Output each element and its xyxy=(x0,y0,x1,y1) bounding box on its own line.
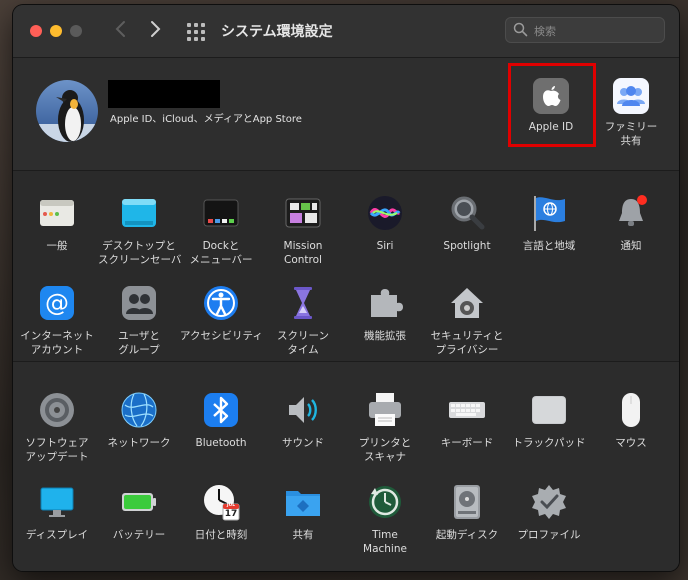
users-icon xyxy=(119,283,159,323)
pref-sharing[interactable]: 共有 xyxy=(262,482,344,542)
siri-icon xyxy=(365,193,405,233)
shared-folder-icon xyxy=(283,482,323,522)
flag-globe-icon xyxy=(529,193,569,233)
user-avatar[interactable] xyxy=(36,80,98,142)
speaker-icon xyxy=(283,390,323,430)
redacted-user-name xyxy=(108,80,220,108)
search-icon xyxy=(513,22,528,37)
zoom-window-button[interactable] xyxy=(70,25,82,37)
title-bar: システム環境設定 xyxy=(13,5,679,58)
search-input[interactable] xyxy=(532,21,662,41)
mouse-icon xyxy=(611,390,651,430)
pref-mission-control[interactable]: Mission Control xyxy=(262,193,344,267)
penguin-avatar-icon xyxy=(36,80,98,142)
pref-family-sharing[interactable]: ファミリー 共有 xyxy=(590,78,672,148)
calendar-month: JUL xyxy=(226,503,236,508)
pref-dock-menubar[interactable]: Dockと メニューバー xyxy=(180,193,262,267)
pref-screen-time[interactable]: スクリーン タイム xyxy=(262,283,344,357)
mission-control-icon xyxy=(283,193,323,233)
bluetooth-icon xyxy=(201,390,241,430)
system-preferences-window: システム環境設定 検索 Apple ID、iCloud、メディアとApp Sto… xyxy=(13,5,679,571)
pref-displays[interactable]: ディスプレイ xyxy=(16,482,98,542)
pref-apple-id[interactable]: Apple ID xyxy=(510,78,592,134)
family-sharing-icon xyxy=(613,78,649,114)
hard-disk-icon xyxy=(447,482,487,522)
pref-notifications[interactable]: 通知 xyxy=(590,193,672,253)
pref-accessibility[interactable]: アクセシビリティ xyxy=(180,283,263,343)
pref-mouse[interactable]: マウス xyxy=(590,390,672,450)
pref-security-privacy[interactable]: セキュリティと プライバシー xyxy=(426,283,508,357)
pref-internet-accounts[interactable]: @ インターネット アカウント xyxy=(16,283,98,357)
minimize-window-button[interactable] xyxy=(50,25,62,37)
clock-calendar-icon: JUL 17 xyxy=(201,482,241,522)
pref-siri[interactable]: Siri xyxy=(344,193,426,253)
battery-icon xyxy=(119,482,159,522)
puzzle-piece-icon xyxy=(365,283,405,323)
window-title: システム環境設定 xyxy=(221,24,333,40)
house-lock-icon xyxy=(447,283,487,323)
pref-label: ファミリー 共有 xyxy=(604,121,658,147)
printer-icon xyxy=(365,390,405,430)
calendar-day: 17 xyxy=(224,509,238,519)
hourglass-icon xyxy=(283,283,323,323)
pref-network[interactable]: ネットワーク xyxy=(98,390,180,450)
pref-battery[interactable]: バッテリー xyxy=(98,482,180,542)
account-section: Apple ID、iCloud、メディアとApp Store Apple ID xyxy=(13,58,679,171)
dock-icon xyxy=(201,193,241,233)
pref-spotlight[interactable]: Spotlight xyxy=(426,193,508,253)
gear-icon xyxy=(37,390,77,430)
general-icon xyxy=(37,193,77,233)
pref-trackpad[interactable]: トラックパッド xyxy=(508,390,590,450)
display-icon xyxy=(37,482,77,522)
account-subtitle: Apple ID、iCloud、メディアとApp Store xyxy=(110,114,302,125)
personal-prefs-section: 一般 デスクトップと スクリーンセーバ Dockと メニューバー Mission Co… xyxy=(13,171,679,362)
search-field[interactable] xyxy=(505,17,665,43)
pref-users-groups[interactable]: ユーザと グループ xyxy=(98,283,180,357)
svg-text:@: @ xyxy=(45,289,69,317)
spotlight-magnifier-icon xyxy=(447,193,487,233)
back-button[interactable] xyxy=(109,19,133,43)
chevron-right-icon xyxy=(151,21,161,37)
pref-language-region[interactable]: 言語と地域 xyxy=(508,193,590,253)
pref-keyboard[interactable]: キーボード xyxy=(426,390,508,450)
accessibility-icon xyxy=(201,283,241,323)
pref-general[interactable]: 一般 xyxy=(16,193,98,253)
pref-extensions[interactable]: 機能拡張 xyxy=(344,283,426,343)
pref-software-update[interactable]: ソフトウェア アップデート xyxy=(16,390,98,464)
desktop-screensaver-icon xyxy=(119,193,159,233)
pref-label: Apple ID xyxy=(528,121,574,133)
network-globe-icon xyxy=(119,390,159,430)
keyboard-icon xyxy=(447,390,487,430)
chevron-left-icon xyxy=(115,21,125,37)
at-sign-icon: @ xyxy=(37,283,77,323)
hardware-prefs-section: ソフトウェア アップデート ネットワーク Bluetooth サウンド プリンタと… xyxy=(13,362,679,571)
trackpad-icon xyxy=(529,390,569,430)
pref-bluetooth[interactable]: Bluetooth xyxy=(180,390,262,450)
bell-icon xyxy=(611,193,651,233)
time-machine-icon xyxy=(365,482,405,522)
pref-desktop-screensaver[interactable]: デスクトップと スクリーンセーバ xyxy=(98,193,181,267)
pref-printers-scanners[interactable]: プリンタと スキャナ xyxy=(344,390,426,464)
badge-checkmark-icon xyxy=(529,482,569,522)
forward-button[interactable] xyxy=(143,19,167,43)
pref-time-machine[interactable]: Time Machine xyxy=(344,482,426,556)
close-window-button[interactable] xyxy=(30,25,42,37)
pref-date-time[interactable]: JUL 17 日付と時刻 xyxy=(180,482,262,542)
apple-logo-icon xyxy=(533,78,569,114)
pref-profiles[interactable]: プロファイル xyxy=(508,482,590,542)
show-all-grid-button[interactable] xyxy=(187,23,205,41)
pref-sound[interactable]: サウンド xyxy=(262,390,344,450)
pref-startup-disk[interactable]: 起動ディスク xyxy=(426,482,508,542)
